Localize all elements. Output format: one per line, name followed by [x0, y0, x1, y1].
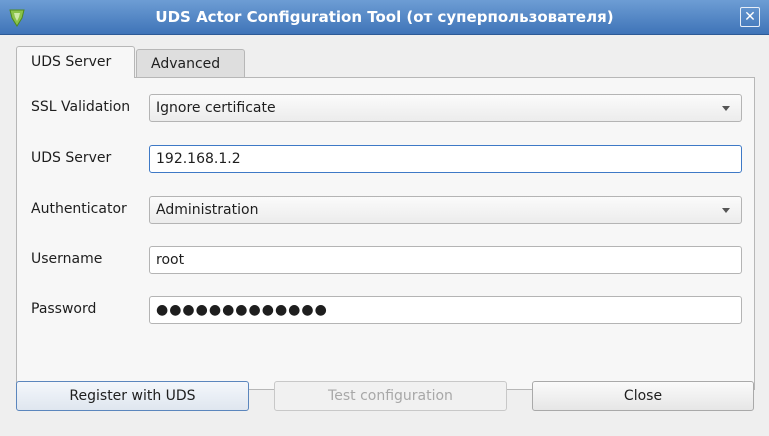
password-input[interactable]: ●●●●●●●●●●●●● — [149, 296, 742, 324]
ssl-validation-label: SSL Validation — [31, 99, 131, 115]
tab-advanced[interactable]: Advanced — [136, 49, 245, 78]
username-value: root — [156, 252, 185, 268]
tab-uds-server[interactable]: UDS Server — [16, 46, 135, 78]
username-label: Username — [31, 251, 103, 267]
title-bar: UDS Actor Configuration Tool (от суперпо… — [0, 0, 769, 35]
dialog-body: UDS Server Advanced SSL Validation Ignor… — [0, 35, 769, 436]
authenticator-value: Administration — [156, 202, 259, 218]
chevron-down-icon — [722, 208, 730, 213]
close-button[interactable]: Close — [532, 381, 754, 411]
close-icon: ✕ — [744, 9, 756, 25]
password-mask: ●●●●●●●●●●●●● — [156, 302, 328, 318]
password-label: Password — [31, 301, 97, 317]
username-input[interactable]: root — [149, 246, 742, 274]
tab-panel: SSL Validation Ignore certificate UDS Se… — [16, 77, 755, 390]
uds-server-input[interactable]: 192.168.1.2 — [149, 145, 742, 173]
ssl-validation-select[interactable]: Ignore certificate — [149, 94, 742, 122]
window-close-button[interactable]: ✕ — [740, 7, 760, 27]
register-button[interactable]: Register with UDS — [16, 381, 249, 411]
ssl-validation-value: Ignore certificate — [156, 100, 276, 116]
uds-server-value: 192.168.1.2 — [156, 151, 241, 167]
chevron-down-icon — [722, 106, 730, 111]
uds-server-label: UDS Server — [31, 150, 112, 166]
authenticator-label: Authenticator — [31, 201, 127, 217]
window-title: UDS Actor Configuration Tool (от суперпо… — [155, 8, 614, 26]
authenticator-select[interactable]: Administration — [149, 196, 742, 224]
test-configuration-button[interactable]: Test configuration — [274, 381, 507, 411]
